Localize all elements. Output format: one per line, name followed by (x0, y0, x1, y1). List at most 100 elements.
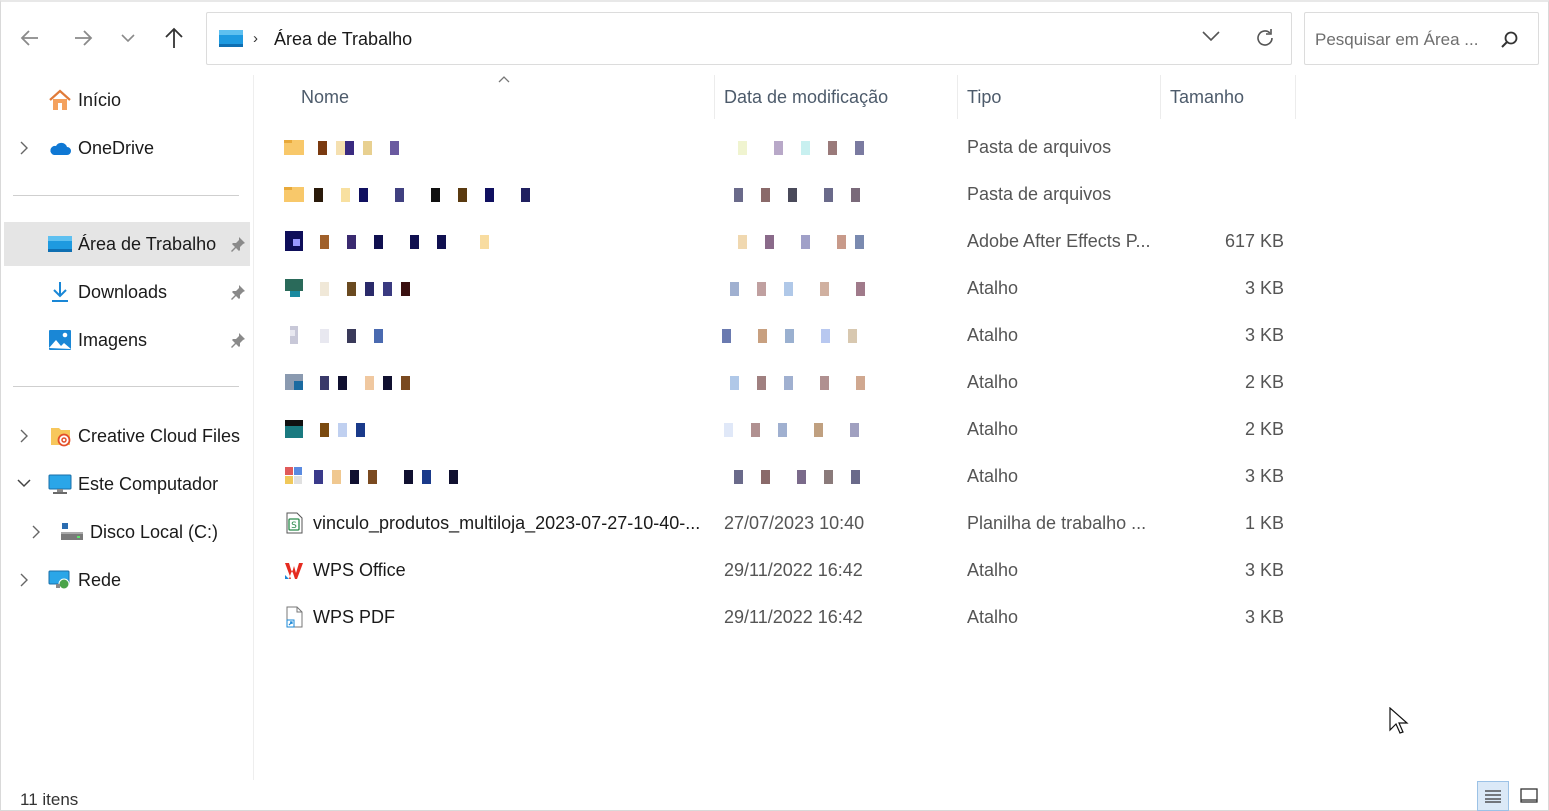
details-view-button[interactable] (1477, 781, 1509, 811)
file-type: Atalho (967, 607, 1019, 627)
obscured-date (734, 188, 866, 202)
up-arrow-icon (165, 27, 183, 48)
shortcut-icon (285, 420, 303, 438)
column-divider[interactable] (1160, 75, 1161, 119)
chevron-right-icon[interactable] (20, 429, 28, 443)
sidebar-item-inicio[interactable]: Início (4, 78, 250, 122)
chevron-down-icon[interactable] (1202, 30, 1220, 42)
svg-text:S: S (291, 521, 297, 531)
details-view-icon (1485, 790, 1501, 803)
search-icon[interactable] (1501, 31, 1519, 49)
file-size: 2 KB (1244, 372, 1284, 392)
forward-arrow-icon (75, 30, 93, 46)
breadcrumb-separator: › (253, 30, 258, 47)
wps-office-icon (285, 563, 303, 579)
shortcut-icon (285, 467, 302, 484)
file-row[interactable]: Atalho 2 KB (280, 410, 1296, 450)
sidebar-divider (13, 386, 239, 387)
column-name[interactable]: Nome (301, 87, 349, 108)
desktop-icon (219, 30, 243, 47)
file-date: 29/11/2022 16:42 (724, 607, 863, 627)
file-type: Atalho (967, 560, 1019, 580)
column-size[interactable]: Tamanho (1170, 87, 1244, 108)
chevron-down-icon (121, 34, 135, 43)
sidebar-item-area-de-trabalho[interactable]: Área de Trabalho (4, 222, 250, 266)
sidebar-item-label: Creative Cloud Files (78, 426, 241, 446)
sidebar-item-creative-cloud-files[interactable]: Creative Cloud Files (4, 414, 250, 458)
mouse-cursor-icon (1389, 707, 1409, 734)
file-row[interactable]: WPS Office 29/11/2022 16:42 Atalho 3 KB (280, 551, 1296, 591)
sidebar-item-onedrive[interactable]: OneDrive (4, 126, 250, 170)
refresh-icon[interactable] (1254, 27, 1276, 49)
file-date: 27/07/2023 10:40 (724, 513, 865, 533)
sidebar-item-imagens[interactable]: Imagens (4, 318, 250, 362)
file-date: 29/11/2022 16:42 (724, 560, 863, 580)
file-row[interactable]: Atalho 3 KB (280, 316, 1296, 356)
file-size: 2 KB (1244, 419, 1284, 439)
file-name: vinculo_produtos_multiloja_2023-07-27-10… (313, 513, 701, 533)
shortcut-file-icon (286, 606, 303, 628)
obscured-date (724, 423, 868, 437)
file-row[interactable]: WPS PDF 29/11/2022 16:42 Atalho 3 KB (280, 598, 1296, 638)
file-size: 617 KB (1224, 231, 1284, 251)
file-size: 3 KB (1244, 278, 1284, 298)
sidebar-item-disco-local[interactable]: Disco Local (C:) (4, 510, 250, 554)
chevron-right-icon[interactable] (32, 525, 40, 539)
obscured-date (722, 329, 862, 343)
sidebar-item-label: Downloads (78, 282, 168, 302)
computer-icon (48, 474, 72, 494)
file-row[interactable]: Pasta de arquivos (280, 175, 1296, 215)
file-type: Planilha de trabalho ... (967, 513, 1147, 533)
large-icons-view-button[interactable] (1514, 781, 1544, 811)
up-button[interactable] (158, 22, 190, 54)
file-name: WPS PDF (313, 607, 396, 627)
search-input[interactable] (1315, 30, 1495, 50)
file-row[interactable]: Atalho 3 KB (280, 457, 1296, 497)
pictures-icon (49, 330, 71, 350)
back-button[interactable] (14, 22, 46, 54)
column-divider[interactable] (957, 75, 958, 119)
column-divider[interactable] (714, 75, 715, 119)
sidebar-item-downloads[interactable]: Downloads (4, 270, 250, 314)
file-type: Atalho (967, 325, 1019, 345)
file-size: 3 KB (1244, 607, 1284, 627)
recent-locations-button[interactable] (112, 22, 144, 54)
forward-button[interactable] (67, 22, 99, 54)
file-size: 3 KB (1244, 466, 1284, 486)
search-box[interactable] (1304, 12, 1539, 65)
sort-ascending-icon (498, 76, 510, 83)
sidebar-item-rede[interactable]: Rede (4, 558, 250, 602)
sidebar-item-label: Rede (78, 570, 122, 590)
back-arrow-icon (20, 30, 38, 46)
column-divider[interactable] (1295, 75, 1296, 119)
file-row[interactable]: S vinculo_produtos_multiloja_2023-07-27-… (280, 504, 1296, 544)
chevron-right-icon[interactable] (20, 141, 28, 155)
file-row[interactable]: Atalho 3 KB (280, 269, 1296, 309)
obscured-file-name (320, 235, 490, 249)
pin-icon[interactable] (230, 332, 246, 348)
navigation-pane: Início OneDrive Área de Trabalho Downloa… (0, 75, 254, 780)
file-type: Atalho (967, 419, 1019, 439)
file-type: Pasta de arquivos (967, 137, 1112, 157)
file-row[interactable]: Adobe After Effects P... 617 KB (280, 222, 1296, 262)
pin-icon[interactable] (230, 236, 246, 252)
shortcut-icon (290, 326, 298, 344)
chevron-down-icon[interactable] (17, 479, 31, 488)
sidebar-item-este-computador[interactable]: Este Computador (4, 462, 250, 506)
address-bar[interactable]: › Área de Trabalho (206, 12, 1292, 65)
download-icon (52, 282, 68, 302)
chevron-right-icon[interactable] (20, 573, 28, 587)
pin-icon[interactable] (230, 284, 246, 300)
column-type[interactable]: Tipo (967, 87, 1001, 108)
folder-icon (284, 187, 304, 202)
file-size: 1 KB (1244, 513, 1284, 533)
file-type: Atalho (967, 278, 1019, 298)
obscured-file-name (318, 141, 408, 155)
breadcrumb-current[interactable]: Área de Trabalho (274, 29, 412, 50)
network-icon (48, 570, 70, 590)
file-row[interactable]: Atalho 2 KB (280, 363, 1296, 403)
file-size: 3 KB (1244, 325, 1284, 345)
file-row[interactable]: Pasta de arquivos (280, 128, 1296, 168)
cloud-icon (50, 142, 71, 155)
column-date[interactable]: Data de modificação (724, 87, 888, 108)
